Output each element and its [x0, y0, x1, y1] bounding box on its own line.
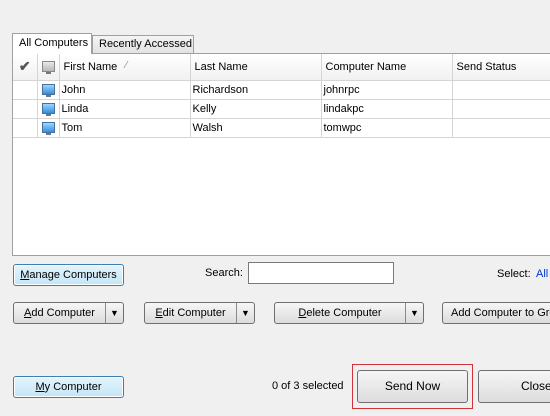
- computer-name-cell: johnrpc: [321, 80, 453, 100]
- column-header-computer-name[interactable]: Computer Name: [321, 54, 453, 81]
- search-label: Search:: [205, 267, 243, 279]
- select-label: Select:: [497, 268, 531, 280]
- send-status-cell: [452, 118, 550, 138]
- send-now-label: Send Now: [384, 379, 441, 393]
- row-checkbox-cell[interactable]: [13, 118, 38, 138]
- delete-computer-text: elete Computer: [306, 307, 382, 319]
- computer-icon: [41, 103, 55, 117]
- last-name-cell: Richardson: [190, 80, 322, 100]
- my-computer-label: y Computer: [44, 381, 102, 393]
- first-name-cell: John: [59, 80, 191, 100]
- computer-icon: [41, 84, 55, 98]
- column-header-computer-name-label: Computer Name: [325, 60, 407, 73]
- delete-computer-dropdown-icon[interactable]: ▼: [405, 303, 423, 323]
- manage-computers-button[interactable]: Manage Computers: [13, 264, 124, 286]
- row-computer-icon-cell: [37, 80, 60, 100]
- tab-all-computers-label: All Computers: [19, 37, 89, 49]
- sort-indicator-icon: ⁄: [125, 60, 128, 71]
- column-header-last-name[interactable]: Last Name: [190, 54, 322, 81]
- table-row[interactable]: John Richardson johnrpc: [13, 80, 550, 100]
- first-name-cell: Tom: [59, 118, 191, 138]
- column-header-first-name-label: First Name: [63, 60, 118, 73]
- add-computer-text: dd Computer: [31, 307, 95, 319]
- column-header-send-status-label: Send Status: [456, 60, 517, 73]
- close-button[interactable]: Close: [478, 370, 550, 403]
- delete-computer-button[interactable]: Delete Computer ▼: [274, 302, 424, 324]
- manage-computers-accel: M: [20, 269, 30, 281]
- computer-name-cell: tomwpc: [321, 118, 453, 138]
- close-label: Close: [521, 379, 550, 393]
- tab-recently-accessed[interactable]: Recently Accessed: [92, 35, 194, 53]
- last-name-cell: Kelly: [190, 99, 322, 119]
- my-computer-button[interactable]: My Computer: [13, 376, 124, 398]
- edit-computer-dropdown-icon[interactable]: ▼: [236, 303, 254, 323]
- column-header-first-name[interactable]: First Name ⁄: [59, 54, 191, 81]
- computer-icon: [41, 61, 55, 75]
- my-computer-accel: M: [35, 381, 45, 393]
- table-row[interactable]: Linda Kelly lindakpc: [13, 99, 550, 119]
- edit-computer-text: dit Computer: [162, 307, 226, 319]
- checkmark-icon: ✔: [18, 58, 31, 75]
- computer-icon: [41, 122, 55, 136]
- computers-table: ✔ First Name ⁄ Last Name Computer Name S…: [13, 54, 550, 138]
- send-now-button[interactable]: Send Now: [357, 370, 468, 403]
- column-header-send-status[interactable]: Send Status: [452, 54, 550, 81]
- add-computer-dropdown-icon[interactable]: ▼: [105, 303, 123, 323]
- table-row[interactable]: Tom Walsh tomwpc: [13, 118, 550, 138]
- edit-computer-label: Edit Computer: [145, 303, 236, 323]
- send-status-cell: [452, 99, 550, 119]
- table-header-row: ✔ First Name ⁄ Last Name Computer Name S…: [13, 54, 550, 81]
- row-checkbox-cell[interactable]: [13, 99, 38, 119]
- add-computer-to-group-label: Add Computer to Gro: [451, 307, 550, 319]
- delete-computer-label: Delete Computer: [275, 303, 405, 323]
- tab-recently-accessed-label: Recently Accessed: [99, 38, 192, 50]
- manage-computers-label: anage Computers: [29, 269, 117, 281]
- edit-computer-button[interactable]: Edit Computer ▼: [144, 302, 255, 324]
- search-input[interactable]: [248, 262, 394, 284]
- edit-computer-accel: E: [155, 307, 163, 319]
- select-all-column[interactable]: ✔: [13, 54, 38, 81]
- add-computer-label: Add Computer: [14, 303, 105, 323]
- row-computer-icon-cell: [37, 118, 60, 138]
- last-name-cell: Walsh: [190, 118, 322, 138]
- add-computer-to-group-button[interactable]: Add Computer to Gro: [442, 302, 550, 324]
- column-header-last-name-label: Last Name: [194, 60, 248, 73]
- selection-count: 0 of 3 selected: [272, 380, 344, 392]
- add-computer-button[interactable]: Add Computer ▼: [13, 302, 124, 324]
- first-name-cell: Linda: [59, 99, 191, 119]
- computer-name-cell: lindakpc: [321, 99, 453, 119]
- computer-type-column[interactable]: [37, 54, 60, 81]
- computers-panel: ✔ First Name ⁄ Last Name Computer Name S…: [12, 53, 550, 256]
- row-checkbox-cell[interactable]: [13, 80, 38, 100]
- row-computer-icon-cell: [37, 99, 60, 119]
- select-all-link[interactable]: All: [536, 268, 548, 280]
- send-status-cell: [452, 80, 550, 100]
- tab-all-computers[interactable]: All Computers: [12, 33, 92, 54]
